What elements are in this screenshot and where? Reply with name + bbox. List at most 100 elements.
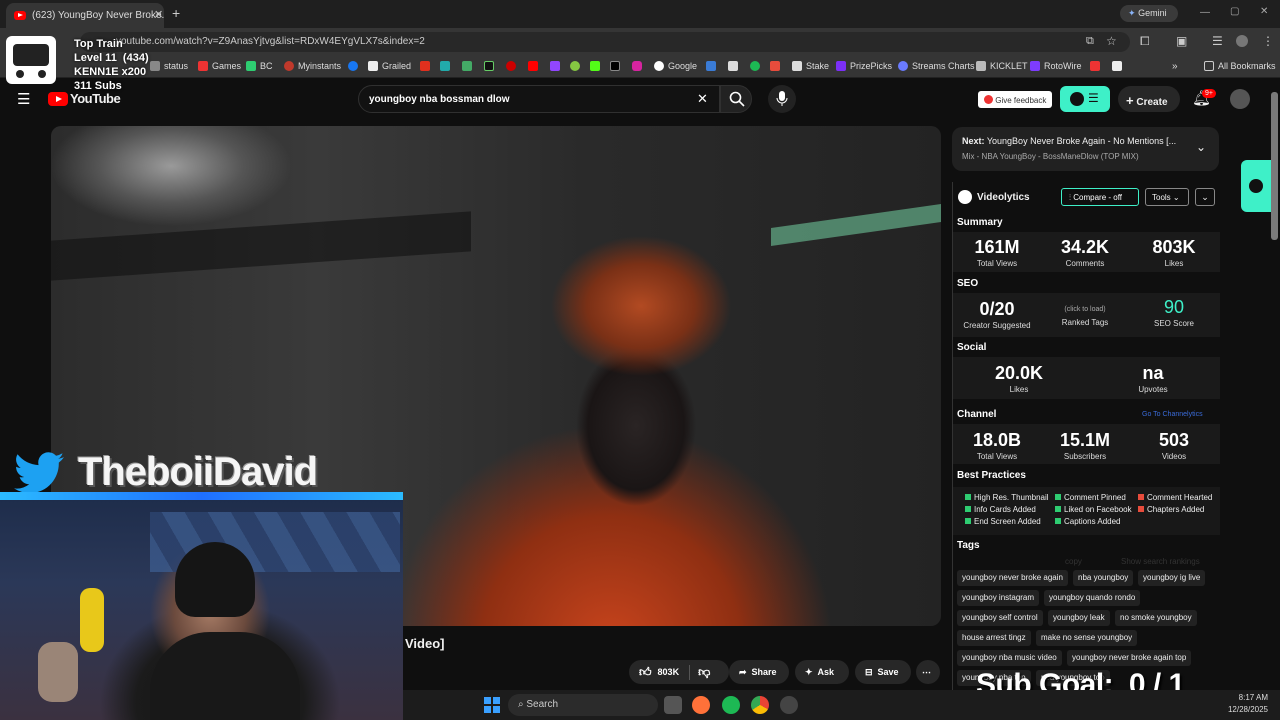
- tag-chip[interactable]: no smoke youngboy: [1115, 610, 1197, 626]
- tab-close-icon[interactable]: ✕: [154, 8, 163, 21]
- compare-toggle[interactable]: ⫶ Compare - off: [1061, 188, 1139, 206]
- task-view-icon[interactable]: [664, 696, 682, 714]
- give-feedback-button[interactable]: Give feedback: [978, 91, 1052, 108]
- hamburger-menu-icon[interactable]: ☰: [17, 90, 30, 108]
- page-scrollbar[interactable]: [1271, 92, 1278, 240]
- bookmark-ext-5[interactable]: [706, 61, 720, 71]
- bookmark-ext-4[interactable]: [506, 61, 520, 71]
- bookmark-chart[interactable]: [770, 61, 784, 71]
- bookmark-instagram[interactable]: [632, 61, 646, 71]
- tag-chip[interactable]: youngboy never broke again: [957, 570, 1068, 586]
- tag-chip[interactable]: youngboy ig live: [1138, 570, 1206, 586]
- browser-tab-youtube[interactable]: (623) YoungBoy Never Broke... ✕: [6, 3, 164, 28]
- taskbar-search[interactable]: ⌕ Search: [508, 694, 658, 716]
- sidepanel-icon[interactable]: ▣: [1176, 34, 1187, 48]
- account-avatar[interactable]: [1230, 89, 1250, 109]
- chevron-down-icon[interactable]: ⌄: [1196, 140, 1206, 154]
- up-next-card[interactable]: Next: YoungBoy Never Broke Again - No Me…: [952, 127, 1219, 171]
- create-button[interactable]: + Create: [1118, 86, 1180, 112]
- gemini-button[interactable]: ✦ Gemini: [1120, 5, 1178, 22]
- clear-search-icon[interactable]: ✕: [697, 91, 708, 107]
- window-close-icon[interactable]: ✕: [1260, 6, 1268, 17]
- voice-search-button[interactable]: [768, 85, 796, 113]
- firefox-icon[interactable]: [692, 696, 710, 714]
- bookmark-kick[interactable]: [590, 61, 604, 71]
- ask-button[interactable]: ✦ Ask: [795, 660, 849, 684]
- bookmark-amazon[interactable]: [728, 61, 742, 71]
- share-button[interactable]: ➦ Share: [729, 660, 789, 684]
- install-icon[interactable]: ⧉: [1086, 35, 1094, 48]
- bookmark-rotowire[interactable]: RotoWire: [1030, 61, 1082, 71]
- bookmark-twitch[interactable]: [550, 61, 564, 71]
- bookmark-bc[interactable]: BC: [246, 61, 273, 71]
- bookmark-google[interactable]: Google: [654, 61, 697, 71]
- show-rankings-link[interactable]: Show search rankings: [1121, 557, 1200, 566]
- bookmark-games[interactable]: Games: [198, 61, 241, 71]
- spotify-icon[interactable]: [722, 696, 740, 714]
- vidiq-menu-button[interactable]: ☰: [1060, 86, 1110, 112]
- bookmark-sup[interactable]: [420, 61, 434, 71]
- bookmark-grailed[interactable]: Grailed: [368, 61, 411, 71]
- tools-dropdown[interactable]: Tools ⌄: [1145, 188, 1189, 206]
- youtube-logo[interactable]: YouTube: [48, 91, 121, 106]
- bookmark-myinstants[interactable]: Myinstants: [284, 61, 341, 71]
- address-bar[interactable]: youtube.com/watch?v=Z9AnasYjtvg&list=RDx…: [80, 32, 1130, 52]
- social-stat: na Upvotes: [1113, 363, 1193, 394]
- tag-chip[interactable]: youngboy never broke again top: [1067, 650, 1192, 666]
- bookmark-star-icon[interactable]: ☆: [1106, 34, 1117, 48]
- panel-collapse-button[interactable]: ⌄: [1195, 188, 1215, 206]
- bookmark-kicklet[interactable]: KICKLET: [976, 61, 1028, 71]
- search-input[interactable]: youngboy nba bossman dlow: [358, 85, 720, 113]
- save-button[interactable]: ⊟ Save: [855, 660, 911, 684]
- search-button[interactable]: [720, 85, 752, 113]
- tag-chip[interactable]: house arrest tingz: [957, 630, 1031, 646]
- bookmark-status[interactable]: status: [150, 61, 188, 71]
- tag-chip[interactable]: youngboy nba music video: [957, 650, 1062, 666]
- bookmark-stake[interactable]: Stake: [792, 61, 829, 71]
- thumbs-down-icon[interactable]: 👎︎: [689, 664, 710, 680]
- all-bookmarks[interactable]: All Bookmarks: [1204, 61, 1276, 71]
- maximize-icon[interactable]: ▢: [1230, 6, 1239, 17]
- bookmark-spotify[interactable]: [750, 61, 764, 71]
- copy-tags-link[interactable]: copy: [1065, 557, 1082, 566]
- like-button[interactable]: 👍︎ 803K 👎︎: [629, 660, 729, 684]
- tag-chip[interactable]: youngboy leak: [1048, 610, 1110, 626]
- bookmark-ext-6[interactable]: [1090, 61, 1104, 71]
- status-dot-icon: [1055, 494, 1061, 500]
- bookmark-ext-1[interactable]: [440, 61, 454, 71]
- tag-chip[interactable]: youngboy quando rondo: [1044, 590, 1141, 606]
- tag-chip[interactable]: nba youngboy: [1073, 570, 1134, 586]
- bookmark-ext-2[interactable]: [462, 61, 476, 71]
- tag-chip[interactable]: make no sense youngboy: [1036, 630, 1138, 646]
- microphone-icon: [776, 91, 788, 106]
- browser-menu-icon[interactable]: ⋮: [1262, 34, 1274, 48]
- gemini-icon: ✦: [1128, 8, 1136, 18]
- videos-label: Videos: [1161, 452, 1187, 461]
- videos-value: 503: [1158, 430, 1190, 450]
- bookmark-prizepicks[interactable]: PrizePicks: [836, 61, 892, 71]
- windows-start-icon[interactable]: [484, 697, 500, 713]
- bookmark-x[interactable]: [610, 61, 624, 71]
- app-icon[interactable]: [780, 696, 798, 714]
- bookmarks-overflow-icon[interactable]: »: [1172, 61, 1178, 72]
- bookmark-rumble[interactable]: [570, 61, 584, 71]
- chrome-icon[interactable]: [751, 696, 769, 714]
- channelytics-link[interactable]: Go To Channelytics: [1142, 411, 1203, 418]
- minimize-icon[interactable]: —: [1200, 7, 1210, 18]
- ranked-tags-stat[interactable]: (click to load) Ranked Tags: [1045, 305, 1125, 327]
- tag-chip[interactable]: youngboy instagram: [957, 590, 1040, 606]
- bookmark-facebook[interactable]: [348, 61, 362, 71]
- vidiq-side-tab[interactable]: [1241, 160, 1271, 212]
- notification-badge: 9+: [1202, 89, 1216, 98]
- more-actions-button[interactable]: ⋯: [916, 660, 940, 684]
- extensions-icon[interactable]: ⧠: [1140, 34, 1150, 49]
- bookmark-ext-7[interactable]: [1112, 61, 1126, 71]
- tag-chip[interactable]: youngboy self control: [957, 610, 1043, 626]
- bookmark-youtube[interactable]: [528, 61, 542, 71]
- profile-avatar[interactable]: [1236, 35, 1248, 47]
- new-tab-icon[interactable]: +: [172, 5, 180, 21]
- bookmark-streams-charts[interactable]: Streams Charts: [898, 61, 975, 71]
- tab-search-icon[interactable]: ☰: [1212, 34, 1223, 48]
- bookmark-ext-3[interactable]: [484, 61, 498, 71]
- social-box: 20.0K Likes na Upvotes: [953, 357, 1220, 399]
